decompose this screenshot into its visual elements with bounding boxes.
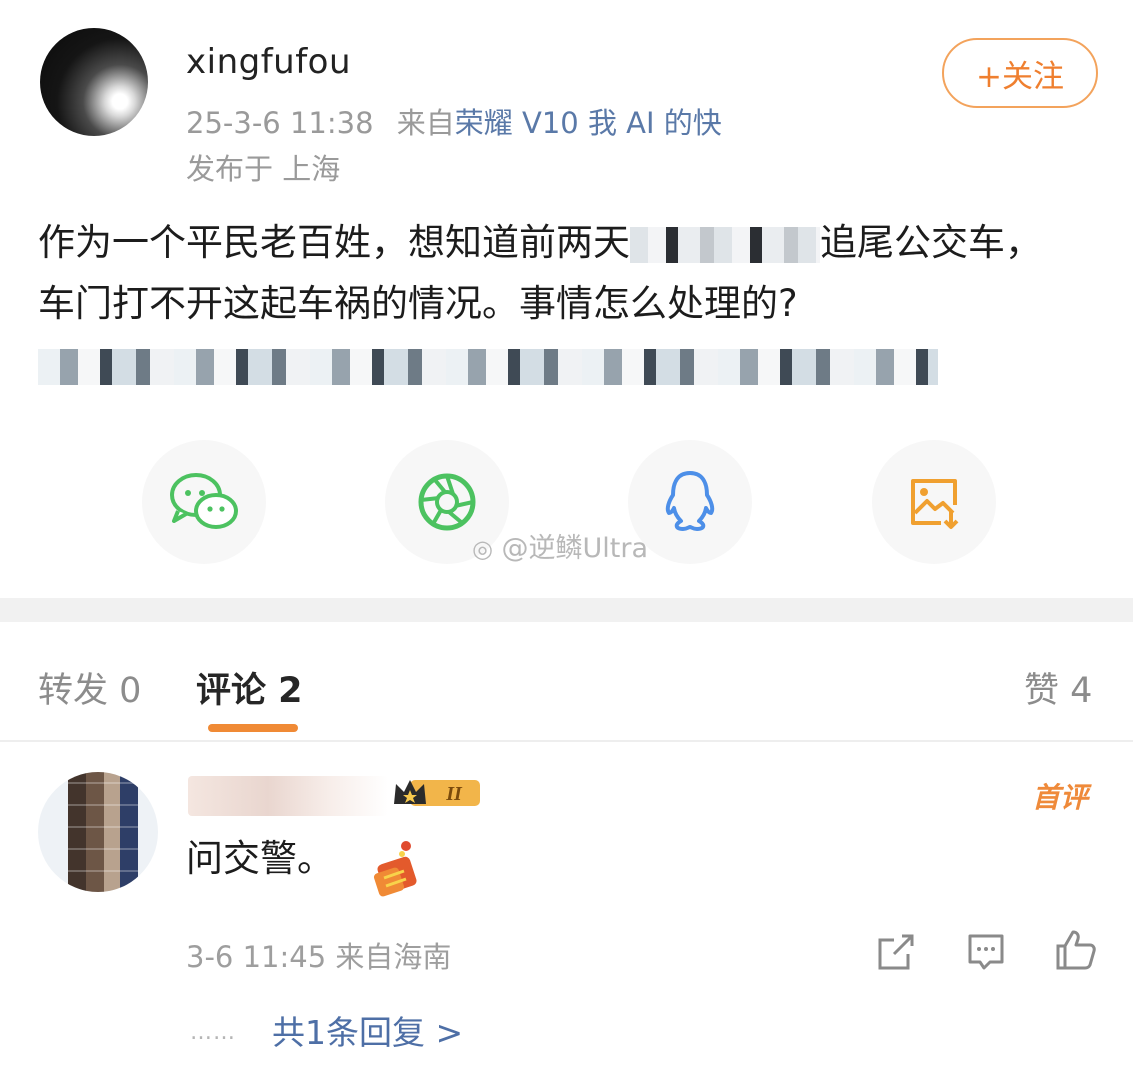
share-comment-icon[interactable] [874, 930, 918, 974]
tab-likes[interactable]: 赞 4 [1024, 662, 1092, 713]
post-meta: 25-3-6 11:38 来自荣耀 V10 我 AI 的快 [186, 100, 722, 142]
tabs-divider [0, 740, 1133, 742]
redacted-block [38, 348, 938, 385]
post-timestamp: 25-3-6 11:38 [186, 106, 374, 140]
save-image-button[interactable] [872, 440, 996, 564]
comment-meta: 3-6 11:45 来自海南 [186, 940, 452, 974]
commenter-avatar[interactable] [38, 772, 158, 892]
view-replies-link[interactable]: 共1条回复 > [272, 1006, 463, 1054]
post-location: 发布于 上海 [186, 152, 341, 186]
redacted-block [630, 226, 820, 263]
watermark-text: @逆鳞Ultra [501, 533, 649, 564]
post-source-prefix: 来自 [396, 106, 455, 140]
weibo-logo-icon: ◎ [472, 535, 493, 563]
save-image-icon [911, 479, 959, 529]
wechat-icon [170, 473, 238, 529]
moments-icon [418, 473, 476, 531]
post-content: 作为一个平民老百姓，想知道前两天 追尾公交车，车门打不开这起车祸的情况。事情怎么处… [38, 212, 1078, 395]
crown-level-badge: II [394, 780, 480, 806]
badge-level: II [445, 783, 463, 805]
author-username[interactable]: xingfufou [186, 42, 351, 82]
like-comment-icon[interactable] [1054, 928, 1098, 972]
author-avatar[interactable] [40, 28, 148, 136]
weibo-watermark: ◎ @逆鳞Ultra [472, 526, 648, 565]
share-wechat-button[interactable] [142, 440, 266, 564]
reply-comment-icon[interactable] [964, 930, 1008, 974]
tab-comments[interactable]: 评论 2 [196, 662, 303, 713]
tab-active-indicator [208, 724, 298, 732]
post-text-part1: 作为一个平民老百姓，想知道前两天 [38, 221, 630, 264]
follow-button[interactable]: +关注 [942, 38, 1098, 108]
reply-dots: …… [190, 1020, 236, 1045]
first-comment-badge: 首评 [1032, 781, 1089, 814]
avatar-mosaic [68, 772, 138, 892]
tab-reposts[interactable]: 转发 0 [38, 662, 141, 713]
section-divider [0, 598, 1133, 622]
qq-icon [665, 471, 715, 531]
firecracker-sticker-icon [373, 841, 417, 897]
comment-text: 问交警。 [186, 837, 334, 880]
post-source-device[interactable]: 荣耀 V10 我 AI 的快 [455, 106, 722, 140]
commenter-name-redacted[interactable] [188, 776, 388, 816]
